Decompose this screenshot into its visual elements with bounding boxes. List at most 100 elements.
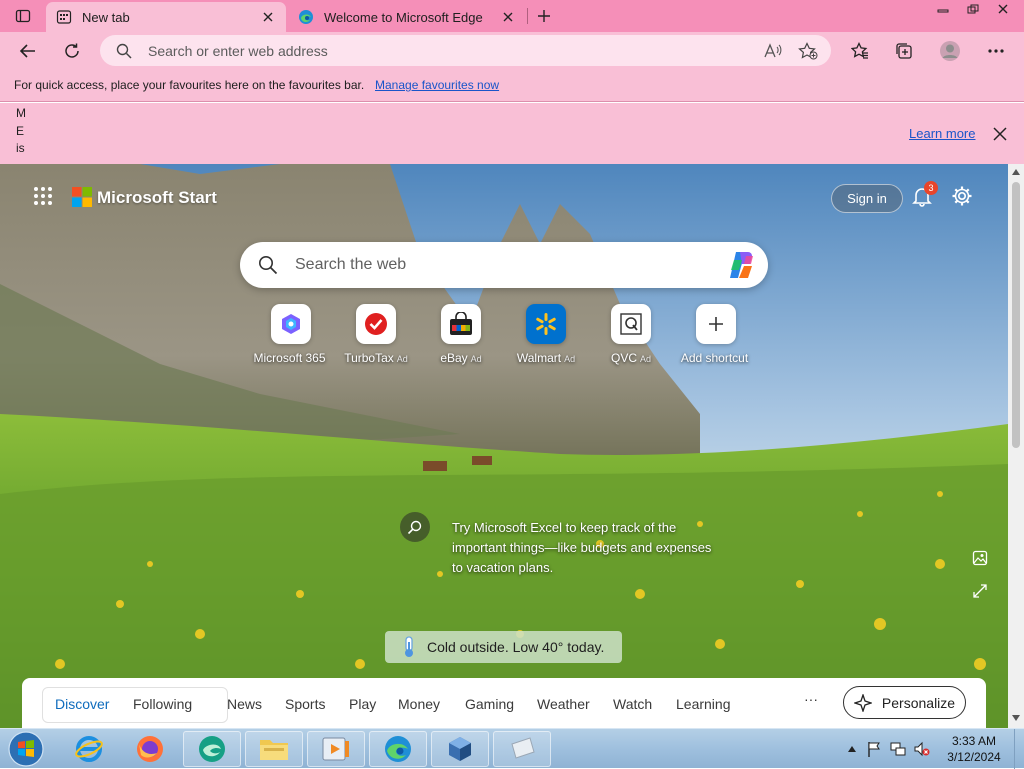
taskbar-blank-app[interactable] — [493, 731, 551, 767]
weather-alert[interactable]: Cold outside. Low 40° today. — [385, 631, 622, 663]
feed-tab-news[interactable]: News — [227, 696, 262, 712]
taskbar-media-player[interactable] — [307, 731, 365, 767]
search-icon — [116, 43, 132, 59]
show-desktop-button[interactable] — [1014, 729, 1024, 769]
collections-icon[interactable] — [890, 37, 918, 65]
favourites-bar-message: For quick access, place your favourites … — [14, 78, 365, 92]
feed-tab-sports[interactable]: Sports — [285, 696, 325, 712]
shortcut-qvc[interactable]: QVC Ad — [589, 304, 673, 365]
shortcut-turbotax[interactable]: TurboTax Ad — [334, 304, 418, 365]
folder-icon — [259, 736, 289, 762]
feed-tab-learning[interactable]: Learning — [676, 696, 731, 712]
feed-navigation: Discover Following News Sports Play Mone… — [22, 678, 986, 728]
taskbar-internet-explorer[interactable] — [60, 731, 118, 767]
tab-title: Welcome to Microsoft Edge — [324, 9, 483, 25]
firefox-icon — [135, 734, 165, 764]
taskbar-edge[interactable] — [369, 731, 427, 767]
shortcut-label: eBay — [440, 351, 468, 365]
personalize-button[interactable]: Personalize — [843, 686, 966, 719]
settings-more-icon[interactable] — [982, 37, 1010, 65]
media-player-icon — [321, 735, 351, 763]
favourites-icon[interactable] — [846, 37, 874, 65]
microsoft-logo-icon — [72, 187, 92, 207]
quick-links: Microsoft 365 TurboTax Ad eBay Ad Walmart A… — [0, 304, 1008, 368]
info-bar-text: M E is — [16, 106, 26, 155]
network-icon[interactable] — [890, 741, 906, 757]
profile-avatar-icon[interactable] — [936, 37, 964, 65]
window-controls — [928, 0, 1018, 18]
close-tab-icon[interactable] — [500, 9, 516, 25]
show-hidden-icons-chevron-icon[interactable] — [844, 741, 860, 757]
sign-in-button[interactable]: Sign in — [831, 184, 903, 213]
feed-tab-play[interactable]: Play — [349, 696, 376, 712]
ad-label: Ad — [396, 354, 408, 364]
ebay-bag-icon — [448, 312, 474, 336]
web-search-box[interactable] — [240, 242, 768, 288]
volume-muted-icon[interactable] — [914, 741, 930, 757]
tab-strip: New tab Welcome to Microsoft Edge — [0, 0, 1024, 32]
gear-icon[interactable] — [951, 185, 975, 209]
restore-icon[interactable] — [958, 0, 988, 18]
turbotax-check-icon — [364, 312, 388, 336]
taskbar-3d-app[interactable] — [431, 731, 489, 767]
expand-icon[interactable] — [970, 581, 990, 601]
new-tab-page: Microsoft Start Sign in 3 Microsoft 365 — [0, 164, 1008, 728]
page-scrollbar[interactable] — [1008, 164, 1024, 728]
windows-start-orb-icon[interactable] — [4, 730, 48, 768]
read-aloud-icon[interactable] — [763, 41, 783, 61]
tab-new-tab[interactable]: New tab — [46, 2, 286, 32]
add-favourite-star-icon[interactable] — [798, 41, 818, 61]
system-clock[interactable]: 3:33 AM 3/12/2024 — [938, 733, 1010, 765]
shortcut-add[interactable]: Add shortcut — [674, 304, 758, 365]
taskbar-firefox[interactable] — [121, 731, 179, 767]
search-sparkle-icon — [400, 512, 430, 542]
tab-welcome-edge[interactable]: Welcome to Microsoft Edge — [288, 2, 526, 32]
scroll-up-arrow-icon[interactable] — [1011, 168, 1021, 178]
web-search-input[interactable] — [295, 242, 695, 288]
back-arrow-icon[interactable] — [14, 37, 42, 65]
close-tab-icon[interactable] — [260, 9, 276, 25]
taskbar-file-explorer[interactable] — [245, 731, 303, 767]
shortcut-ebay[interactable]: eBay Ad — [419, 304, 503, 365]
edge-logo-icon — [383, 734, 413, 764]
shortcut-label: TurboTax — [344, 351, 394, 365]
internet-explorer-icon — [74, 734, 104, 764]
search-icon — [258, 255, 278, 275]
feed-tab-following[interactable]: Following — [133, 696, 192, 712]
copilot-icon[interactable] — [726, 250, 758, 280]
app-launcher-grid-icon[interactable] — [33, 186, 53, 206]
action-center-flag-icon[interactable] — [866, 741, 882, 757]
shortcut-walmart[interactable]: Walmart Ad — [504, 304, 588, 365]
feed-more-button[interactable]: ··· — [804, 691, 818, 707]
shortcut-label: QVC — [610, 351, 637, 365]
learn-more-link[interactable]: Learn more — [909, 126, 975, 141]
scroll-down-arrow-icon[interactable] — [1011, 714, 1021, 724]
close-icon[interactable] — [991, 125, 1009, 143]
scrollbar-thumb[interactable] — [1012, 182, 1020, 448]
blank-window-icon — [508, 736, 536, 762]
shortcut-label: Microsoft 365 — [253, 351, 326, 365]
shortcut-microsoft-365[interactable]: Microsoft 365 — [249, 304, 333, 365]
taskbar-app-green[interactable] — [183, 731, 241, 767]
background-image-info-icon[interactable] — [970, 548, 990, 568]
minimize-icon[interactable] — [928, 0, 958, 18]
new-tab-plus-icon[interactable] — [533, 5, 555, 27]
feed-tab-weather[interactable]: Weather — [537, 696, 590, 712]
tab-actions-icon[interactable] — [8, 5, 38, 27]
feed-tab-money[interactable]: Money — [398, 696, 440, 712]
address-input[interactable] — [148, 35, 748, 66]
favourites-bar: For quick access, place your favourites … — [0, 70, 1024, 102]
refresh-icon[interactable] — [58, 37, 86, 65]
clock-date: 3/12/2024 — [947, 750, 1001, 764]
tip-text: Try Microsoft Excel to keep track of the… — [452, 520, 712, 575]
feed-tab-discover[interactable]: Discover — [55, 696, 109, 712]
manage-favourites-link[interactable]: Manage favourites now — [375, 78, 499, 92]
ad-label: Ad — [564, 354, 576, 364]
close-window-icon[interactable] — [988, 0, 1018, 18]
address-bar[interactable] — [100, 35, 831, 66]
feed-tab-gaming[interactable]: Gaming — [465, 696, 514, 712]
brand-title[interactable]: Microsoft Start — [97, 188, 217, 208]
feed-tab-watch[interactable]: Watch — [613, 696, 652, 712]
info-bar: M E is Learn more — [0, 103, 1024, 164]
walmart-spark-icon — [534, 312, 558, 336]
